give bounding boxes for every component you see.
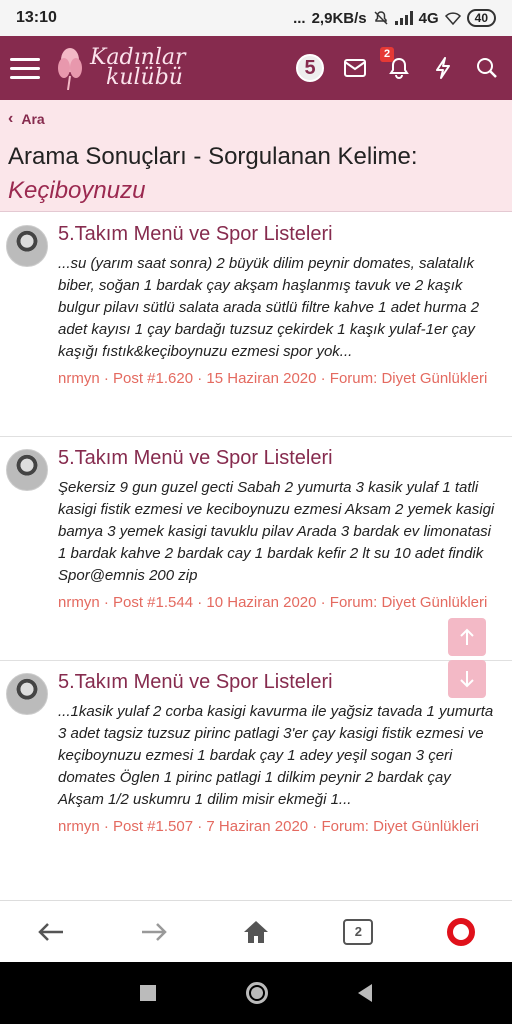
result-title[interactable]: 5.Takım Menü ve Spor Listeleri xyxy=(58,445,500,471)
result-title[interactable]: 5.Takım Menü ve Spor Listeleri xyxy=(58,221,500,247)
home-icon[interactable] xyxy=(236,912,276,952)
result-item: 5.Takım Menü ve Spor Listeleri Şekersiz … xyxy=(0,437,512,661)
page-title: Arama Sonuçları - Sorgulanan Kelime: Keç… xyxy=(8,140,504,208)
site-logo[interactable]: Kadınlar kulübü xyxy=(54,46,186,90)
breadcrumb[interactable]: ‹ Ara xyxy=(8,110,45,128)
page-title-text: Arama Sonuçları - Sorgulanan Kelime: xyxy=(8,143,418,170)
result-item: 5.Takım Menü ve Spor Listeleri ...1kasik… xyxy=(0,661,512,901)
clock: 13:10 xyxy=(16,9,57,26)
opera-icon[interactable] xyxy=(441,912,481,952)
browser-bottom-nav: 2 xyxy=(0,900,512,962)
avatar[interactable] xyxy=(6,449,48,491)
system-nav-bar xyxy=(0,962,512,1024)
scroll-up-button[interactable] xyxy=(448,618,486,656)
result-snippet: Şekersiz 9 gun guzel gecti Sabah 2 yumur… xyxy=(58,479,495,584)
signal-icon xyxy=(394,11,413,25)
result-meta[interactable]: nrmyn · Post #1.544 · 10 Haziran 2020 · … xyxy=(58,591,500,614)
arrow-left-icon[interactable] xyxy=(31,912,71,952)
chevron-left-icon: ‹ xyxy=(8,110,14,127)
result-meta[interactable]: nrmyn · Post #1.507 · 7 Haziran 2020 · F… xyxy=(58,815,500,838)
status-bar: 13:10 ... 2,9KB/s 4G 40 xyxy=(0,0,512,36)
logo-flower-icon xyxy=(58,48,82,90)
search-results: 5.Takım Menü ve Spor Listeleri ...su (ya… xyxy=(0,213,512,901)
avatar[interactable] xyxy=(6,673,48,715)
search-keyword: Keçiboynuzu xyxy=(8,177,146,204)
status-dots: ... xyxy=(293,9,306,27)
recent-apps-icon[interactable] xyxy=(140,985,156,1001)
result-item: 5.Takım Menü ve Spor Listeleri ...su (ya… xyxy=(0,213,512,437)
five-icon[interactable]: 5 xyxy=(296,54,324,82)
scroll-down-button[interactable] xyxy=(448,660,486,698)
arrow-right-icon[interactable] xyxy=(134,912,174,952)
tabs-count: 2 xyxy=(343,918,374,945)
wifi-icon xyxy=(444,12,461,25)
logo-line-2: kulübü xyxy=(106,65,183,90)
app-header: Kadınlar kulübü 5 2 xyxy=(0,36,512,100)
breadcrumb-label: Ara xyxy=(21,111,45,127)
network-type: 4G xyxy=(418,9,439,27)
search-icon[interactable] xyxy=(474,55,500,81)
arrow-down-icon xyxy=(460,671,474,688)
mute-icon xyxy=(374,11,388,25)
hamburger-icon[interactable] xyxy=(10,57,40,79)
result-title[interactable]: 5.Takım Menü ve Spor Listeleri xyxy=(58,669,500,695)
result-meta[interactable]: nrmyn · Post #1.620 · 15 Haziran 2020 · … xyxy=(58,367,500,390)
battery-indicator: 40 xyxy=(466,9,496,27)
result-snippet: ...su (yarım saat sonra) 2 büyük dilim p… xyxy=(58,255,480,360)
arrow-up-icon xyxy=(460,628,474,645)
home-button-icon[interactable] xyxy=(246,982,268,1004)
result-snippet: ...1kasik yulaf 2 corba kasigi kavurma i… xyxy=(58,703,494,808)
back-icon[interactable] xyxy=(358,984,372,1002)
network-speed: 2,9KB/s xyxy=(311,9,367,27)
bell-icon[interactable]: 2 xyxy=(380,47,412,81)
status-indicators: ... 2,9KB/s 4G 40 xyxy=(293,9,496,27)
avatar[interactable] xyxy=(6,225,48,267)
bolt-icon[interactable] xyxy=(430,55,456,81)
page-header: ‹ Ara Arama Sonuçları - Sorgulanan Kelim… xyxy=(0,100,512,212)
notification-count: 2 xyxy=(380,47,395,62)
tabs-icon[interactable]: 2 xyxy=(338,912,378,952)
mail-icon[interactable] xyxy=(342,55,368,81)
